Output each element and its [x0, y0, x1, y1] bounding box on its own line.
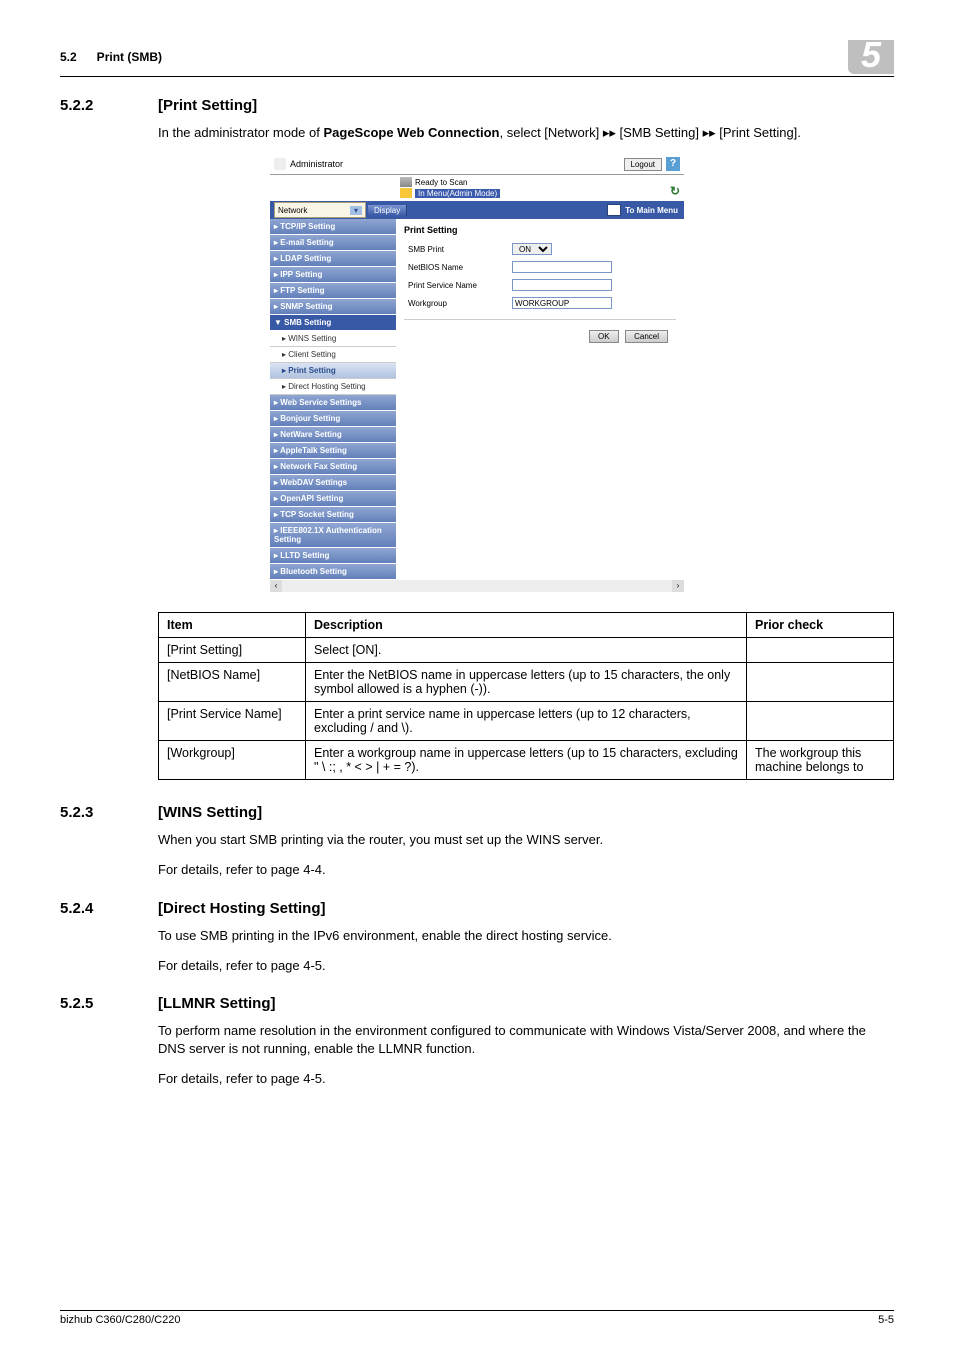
th-item: Item: [159, 613, 306, 638]
table-row: [NetBIOS Name] Enter the NetBIOS name in…: [159, 663, 894, 702]
sidebar-item-openapi[interactable]: ▸ OpenAPI Setting: [270, 491, 396, 507]
arrows-2: ▸▸: [703, 125, 716, 140]
sidebar-item-email[interactable]: ▸ E-mail Setting: [270, 235, 396, 251]
network-label: Network: [278, 206, 307, 215]
section-525-p1: To perform name resolution in the enviro…: [158, 1022, 894, 1058]
network-select[interactable]: Network ▾: [274, 202, 366, 218]
sidebar-sub-print[interactable]: ▸ Print Setting: [270, 363, 396, 379]
warning-icon: [400, 188, 412, 198]
intro-e: [Print Setting].: [716, 125, 801, 140]
sidebar-item-ipp[interactable]: ▸ IPP Setting: [270, 267, 396, 283]
shot-statusbar: Ready to Scan In Menu(Admin Mode) ↻: [270, 175, 684, 201]
section-name: [LLMNR Setting]: [158, 995, 275, 1012]
ok-button[interactable]: OK: [589, 330, 619, 343]
sidebar-item-ftp[interactable]: ▸ FTP Setting: [270, 283, 396, 299]
section-525-title: 5.2.5 [LLMNR Setting]: [60, 995, 894, 1012]
sidebar-item-tcpip[interactable]: ▸ TCP/IP Setting: [270, 219, 396, 235]
help-icon[interactable]: ?: [666, 157, 680, 171]
main-menu-icon: [607, 204, 621, 216]
arrows-1: ▸▸: [603, 125, 616, 140]
sidebar-item-webdav[interactable]: ▸ WebDAV Settings: [270, 475, 396, 491]
sidebar-item-bluetooth[interactable]: ▸ Bluetooth Setting: [270, 564, 396, 580]
sidebar-item-networkfax[interactable]: ▸ Network Fax Setting: [270, 459, 396, 475]
printer-icon: [400, 177, 412, 187]
section-num: 5.2.5: [60, 995, 158, 1012]
smb-print-select[interactable]: ON: [512, 243, 552, 255]
shot-menubar: Network ▾ Display To Main Menu: [270, 201, 684, 219]
section-num: 5.2.4: [60, 900, 158, 917]
section-524-title: 5.2.4 [Direct Hosting Setting]: [60, 900, 894, 917]
section-num: 5.2.3: [60, 804, 158, 821]
row-smbprint-label: SMB Print: [408, 245, 444, 254]
intro-bold: PageScope Web Connection: [323, 125, 499, 140]
section-524-p1: To use SMB printing in the IPv6 environm…: [158, 927, 894, 945]
sidebar-item-netware[interactable]: ▸ NetWare Setting: [270, 427, 396, 443]
intro-c: , select [Network]: [500, 125, 603, 140]
status-mode: In Menu(Admin Mode): [415, 189, 500, 198]
psn-input[interactable]: [512, 279, 612, 291]
sidebar-sub-wins[interactable]: ▸ WINS Setting: [270, 331, 396, 347]
refresh-icon[interactable]: ↻: [670, 184, 680, 198]
sidebar-item-ieee8021x[interactable]: ▸ IEEE802.1X Authentication Setting: [270, 523, 396, 548]
header-breadcrumb: 5.2 Print (SMB): [60, 50, 162, 64]
scroll-right-icon[interactable]: ›: [672, 580, 684, 592]
section-525-p2: For details, refer to page 4-5.: [158, 1070, 894, 1088]
row-psn-label: Print Service Name: [408, 281, 477, 290]
section-523-p1: When you start SMB printing via the rout…: [158, 831, 894, 849]
sidebar-item-lltd[interactable]: ▸ LLTD Setting: [270, 548, 396, 564]
avatar-icon: [274, 158, 286, 170]
table-row: [Print Service Name] Enter a print servi…: [159, 702, 894, 741]
shot-topbar: Administrator Logout ?: [270, 154, 684, 175]
row-netbios-label: NetBIOS Name: [408, 263, 463, 272]
admin-label: Administrator: [290, 159, 343, 169]
section-name: [Print Setting]: [158, 97, 257, 114]
sidebar-sub-client[interactable]: ▸ Client Setting: [270, 347, 396, 363]
workgroup-input[interactable]: [512, 297, 612, 309]
section-522-title: 5.2.2 [Print Setting]: [60, 97, 894, 114]
to-main-menu-button[interactable]: To Main Menu: [607, 204, 684, 216]
embedded-screenshot: Administrator Logout ? Ready to Scan In …: [270, 154, 684, 592]
logout-button[interactable]: Logout: [624, 158, 662, 171]
section-num: 5.2.2: [60, 97, 158, 114]
sidebar-item-smb[interactable]: ▼ SMB Setting: [270, 315, 396, 331]
sidebar-item-bonjour[interactable]: ▸ Bonjour Setting: [270, 411, 396, 427]
th-prior: Prior check: [747, 613, 894, 638]
screenshot-scrollbar[interactable]: ‹ ›: [270, 580, 684, 592]
sidebar-item-snmp[interactable]: ▸ SNMP Setting: [270, 299, 396, 315]
table-row: [Print Setting] Select [ON].: [159, 638, 894, 663]
section-524-p2: For details, refer to page 4-5.: [158, 957, 894, 975]
status-ready: Ready to Scan: [415, 178, 467, 187]
description-table: Item Description Prior check [Print Sett…: [158, 612, 894, 780]
footer-right: 5-5: [878, 1314, 894, 1326]
sidebar-item-tcpsocket[interactable]: ▸ TCP Socket Setting: [270, 507, 396, 523]
to-main-label: To Main Menu: [625, 206, 678, 215]
section-523-title: 5.2.3 [WINS Setting]: [60, 804, 894, 821]
section-523-p2: For details, refer to page 4-4.: [158, 861, 894, 879]
sidebar-sub-direct[interactable]: ▸ Direct Hosting Setting: [270, 379, 396, 395]
chevron-down-icon: ▾: [350, 206, 362, 215]
scroll-left-icon[interactable]: ‹: [270, 580, 282, 592]
shot-sidebar: ▸ TCP/IP Setting ▸ E-mail Setting ▸ LDAP…: [270, 219, 396, 580]
netbios-input[interactable]: [512, 261, 612, 273]
sidebar-item-webservice[interactable]: ▸ Web Service Settings: [270, 395, 396, 411]
page-footer: bizhub C360/C280/C220 5-5: [60, 1310, 894, 1326]
chapter-badge: 5: [848, 40, 894, 74]
sidebar-item-appletalk[interactable]: ▸ AppleTalk Setting: [270, 443, 396, 459]
th-desc: Description: [306, 613, 747, 638]
form-title: Print Setting: [404, 225, 676, 235]
footer-left: bizhub C360/C280/C220: [60, 1314, 180, 1326]
display-button[interactable]: Display: [368, 205, 407, 216]
intro-a: In the administrator mode of: [158, 125, 323, 140]
cancel-button[interactable]: Cancel: [625, 330, 668, 343]
page-header: 5.2 Print (SMB) 5: [60, 40, 894, 77]
section-522-intro: In the administrator mode of PageScope W…: [158, 124, 894, 142]
table-row: [Workgroup] Enter a workgroup name in up…: [159, 741, 894, 780]
section-name: [WINS Setting]: [158, 804, 262, 821]
section-name: [Direct Hosting Setting]: [158, 900, 326, 917]
intro-d: [SMB Setting]: [616, 125, 703, 140]
shot-main: Print Setting SMB Print ON NetBIOS Name …: [396, 219, 684, 580]
row-workgroup-label: Workgroup: [408, 299, 447, 308]
sidebar-item-ldap[interactable]: ▸ LDAP Setting: [270, 251, 396, 267]
